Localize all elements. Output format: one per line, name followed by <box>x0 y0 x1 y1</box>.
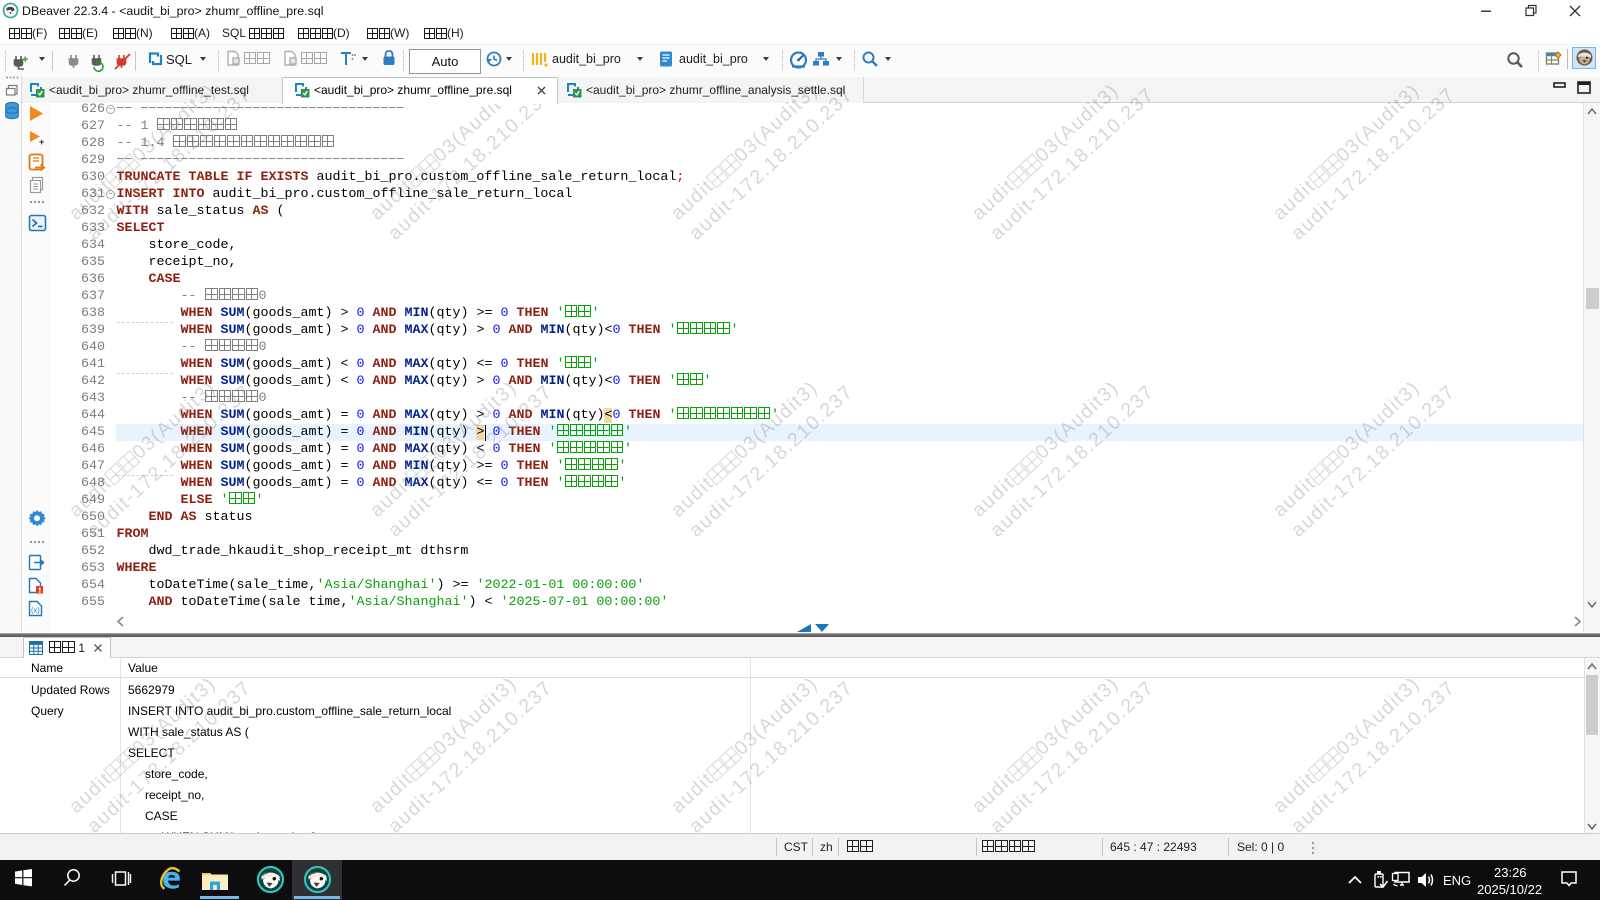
svg-text:+: + <box>39 137 44 147</box>
svg-text:(x): (x) <box>31 606 40 615</box>
svg-text:+: + <box>22 54 28 66</box>
